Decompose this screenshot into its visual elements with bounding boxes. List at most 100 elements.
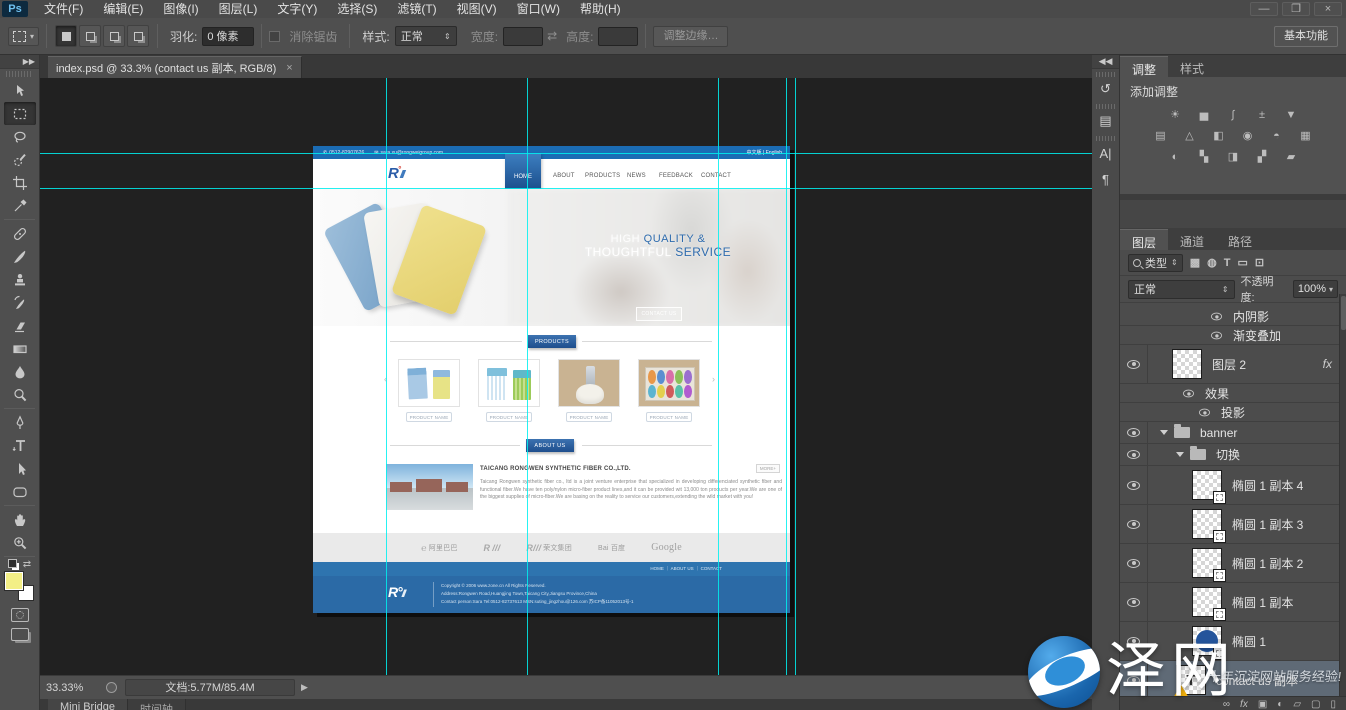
menu-select[interactable]: 选择(S) <box>327 0 387 18</box>
layer-row[interactable]: 椭圆 1 副本 4 <box>1120 466 1346 505</box>
layer-thumbnail[interactable] <box>1192 548 1222 578</box>
visibility-eye-icon[interactable] <box>1127 637 1140 646</box>
layer-effect-row[interactable]: 渐变叠加 <box>1120 326 1346 345</box>
zoom-level-field[interactable]: 33.33% <box>46 682 98 694</box>
visibility-eye-icon[interactable] <box>1183 389 1194 397</box>
guide-vertical[interactable] <box>786 78 787 675</box>
layer-thumbnail[interactable] <box>1192 626 1222 656</box>
guide-vertical[interactable] <box>386 78 387 675</box>
paragraph-panel-icon[interactable]: ¶ <box>1094 168 1118 190</box>
opacity-input[interactable]: 100% ▾ <box>1293 280 1338 298</box>
visibility-eye-icon[interactable] <box>1127 520 1140 529</box>
visibility-eye-icon[interactable] <box>1127 676 1140 685</box>
visibility-eye-icon[interactable] <box>1211 312 1222 320</box>
levels-icon[interactable]: ▅ <box>1194 107 1214 122</box>
link-layers-icon[interactable]: ∞ <box>1223 699 1230 710</box>
filter-smart-objects-icon[interactable]: ⊡ <box>1255 256 1264 269</box>
eyedropper-tool[interactable] <box>4 194 36 217</box>
tab-mini-bridge[interactable]: Mini Bridge <box>48 699 128 710</box>
screen-mode-button[interactable] <box>11 628 29 641</box>
selective-color-icon[interactable]: ▰ <box>1281 149 1301 164</box>
tab-styles[interactable]: 样式 <box>1168 56 1216 77</box>
document-tab[interactable]: index.psd @ 33.3% (contact us 副本, RGB/8)… <box>48 56 302 78</box>
new-selection-button[interactable] <box>55 25 77 47</box>
hand-tool[interactable] <box>4 508 36 531</box>
lasso-tool[interactable] <box>4 125 36 148</box>
color-lookup-icon[interactable]: ▦ <box>1296 128 1316 143</box>
tab-channels[interactable]: 通道 <box>1168 229 1216 250</box>
channel-mixer-icon[interactable]: ◓ <box>1267 128 1287 143</box>
guide-vertical[interactable] <box>795 78 796 675</box>
hue-saturation-icon[interactable]: ▤ <box>1151 128 1171 143</box>
layer-effect-row[interactable]: 投影 <box>1120 403 1346 422</box>
black-white-icon[interactable]: ◧ <box>1209 128 1229 143</box>
tab-adjustments[interactable]: 调整 <box>1120 56 1168 77</box>
tool-preset-picker[interactable]: ▾ <box>8 27 39 46</box>
delete-layer-icon[interactable]: ▯ <box>1330 699 1336 710</box>
antialias-checkbox[interactable] <box>269 31 280 42</box>
rectangular-marquee-tool[interactable] <box>4 102 36 125</box>
visibility-eye-icon[interactable] <box>1211 331 1222 339</box>
vertical-type-tool[interactable] <box>4 434 36 457</box>
layer-row[interactable]: 椭圆 1 副本 3 <box>1120 505 1346 544</box>
visibility-eye-icon[interactable] <box>1127 559 1140 568</box>
restore-button[interactable]: ❐ <box>1282 2 1310 16</box>
menu-help[interactable]: 帮助(H) <box>570 0 631 18</box>
layer-row[interactable]: 椭圆 1 副本 2 <box>1120 544 1346 583</box>
collapse-tools-icon[interactable]: ▶▶ <box>0 55 39 69</box>
menu-view[interactable]: 视图(V) <box>447 0 507 18</box>
blend-mode-select[interactable]: 正常 ⇕ <box>1128 280 1235 299</box>
height-input[interactable] <box>598 27 638 46</box>
visibility-eye-icon[interactable] <box>1127 598 1140 607</box>
properties-panel-icon[interactable]: ▤ <box>1094 110 1118 132</box>
visibility-eye-icon[interactable] <box>1199 408 1210 416</box>
layer-effect-row[interactable]: 内阴影 <box>1120 307 1346 326</box>
fx-badge[interactable]: fx <box>1323 357 1332 371</box>
threshold-icon[interactable]: ◨ <box>1223 149 1243 164</box>
photoshop-logo[interactable]: Ps <box>2 1 28 17</box>
swap-dimensions-icon[interactable]: ⇄ <box>547 29 557 43</box>
visibility-eye-icon[interactable] <box>1127 481 1140 490</box>
color-balance-icon[interactable]: △ <box>1180 128 1200 143</box>
zoom-tool[interactable] <box>4 531 36 554</box>
filter-adjustment-layers-icon[interactable]: ◍ <box>1207 256 1217 269</box>
posterize-icon[interactable]: ▚ <box>1194 149 1214 164</box>
new-layer-icon[interactable]: ▢ <box>1311 699 1320 710</box>
feather-input[interactable]: 0 像素 <box>202 27 254 46</box>
character-panel-icon[interactable]: A| <box>1094 142 1118 164</box>
width-input[interactable] <box>503 27 543 46</box>
guide-vertical[interactable] <box>718 78 719 675</box>
visibility-eye-icon[interactable] <box>1127 450 1140 459</box>
exposure-icon[interactable]: ± <box>1252 107 1272 122</box>
path-selection-tool[interactable] <box>4 457 36 480</box>
vibrance-icon[interactable]: ▼ <box>1281 107 1301 122</box>
guide-horizontal[interactable] <box>40 153 1092 154</box>
layer-thumbnail[interactable] <box>1192 587 1222 617</box>
workspace-switcher-button[interactable]: 基本功能 <box>1274 26 1338 47</box>
pen-tool[interactable] <box>4 411 36 434</box>
history-brush-tool[interactable] <box>4 291 36 314</box>
brush-tool[interactable] <box>4 245 36 268</box>
close-tab-icon[interactable]: × <box>286 62 292 74</box>
move-tool[interactable] <box>4 79 36 102</box>
layer-row-selected[interactable]: T contact us 副本 <box>1120 661 1346 696</box>
add-selection-button[interactable] <box>79 25 101 47</box>
foreground-color-swatch[interactable] <box>5 572 23 590</box>
tab-layers[interactable]: 图层 <box>1120 229 1168 250</box>
layer-group-row[interactable]: 切换 <box>1120 444 1346 466</box>
tab-paths[interactable]: 路径 <box>1216 229 1264 250</box>
expand-triangle-icon[interactable] <box>1160 430 1168 435</box>
style-select[interactable]: 正常 ⇕ <box>395 26 457 46</box>
layer-row[interactable]: 椭圆 1 副本 <box>1120 583 1346 622</box>
filter-pixel-layers-icon[interactable]: ▩ <box>1190 256 1200 269</box>
layer-thumbnail[interactable] <box>1172 349 1202 379</box>
guide-horizontal[interactable] <box>40 188 1092 189</box>
intersect-selection-button[interactable] <box>127 25 149 47</box>
visibility-eye-icon[interactable] <box>1127 428 1140 437</box>
blur-tool[interactable] <box>4 360 36 383</box>
layer-thumbnail[interactable] <box>1192 470 1222 500</box>
menu-type[interactable]: 文字(Y) <box>267 0 327 18</box>
filter-type-layers-icon[interactable]: T <box>1224 257 1231 269</box>
gradient-tool[interactable] <box>4 337 36 360</box>
history-panel-icon[interactable]: ↺ <box>1094 78 1118 100</box>
